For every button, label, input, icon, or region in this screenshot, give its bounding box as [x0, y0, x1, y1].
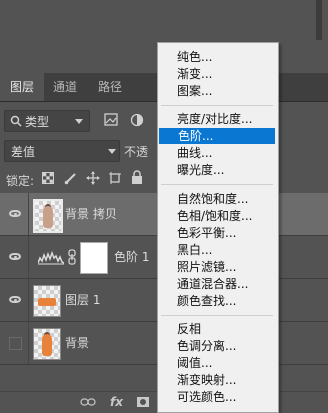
menu-item-vibrance[interactable]: 自然饱和度...	[158, 191, 276, 207]
layer-name: 背景 拷贝	[65, 207, 117, 221]
levels-histogram-icon	[38, 250, 64, 265]
filter-kind-dropdown[interactable]: 类型	[4, 110, 90, 132]
menu-item-black-white[interactable]: 黑白...	[158, 242, 276, 258]
layer-name: 图层 1	[65, 293, 101, 307]
link-chain-icon[interactable]	[67, 249, 77, 265]
lock-artboard-icon[interactable]	[108, 171, 122, 185]
visibility-toggle[interactable]	[0, 193, 29, 235]
menu-item-levels[interactable]: 色阶...	[159, 128, 275, 144]
menu-item-posterize[interactable]: 色调分离...	[158, 338, 276, 354]
blend-mode-value: 差值	[11, 145, 36, 159]
layer-mask-thumbnail[interactable]	[80, 242, 108, 274]
menu-separator	[161, 184, 273, 185]
menu-item-brightness-contrast[interactable]: 亮度/对比度...	[158, 111, 276, 127]
menu-item-invert[interactable]: 反相	[158, 321, 276, 337]
menu-item-color-balance[interactable]: 色彩平衡...	[158, 225, 276, 241]
adjustment-layer-menu: 纯色... 渐变... 图案... 亮度/对比度... 色阶... 曲线... …	[157, 42, 279, 413]
tab-paths[interactable]: 路径	[88, 73, 132, 101]
app-top-area	[0, 0, 328, 42]
menu-item-photo-filter[interactable]: 照片滤镜...	[158, 259, 276, 275]
eye-icon	[9, 253, 21, 260]
menu-item-color-lookup[interactable]: 颜色查找...	[158, 293, 276, 309]
lock-label: 锁定:	[6, 174, 35, 188]
layer-thumbnail	[33, 199, 63, 233]
search-icon	[10, 115, 22, 127]
menu-item-channel-mixer[interactable]: 通道混合器...	[158, 276, 276, 292]
chevron-down-icon	[75, 119, 83, 124]
fx-icon[interactable]: fx	[110, 395, 123, 409]
menu-item-selective-color[interactable]: 可选颜色...	[158, 389, 276, 405]
menu-item-curves[interactable]: 曲线...	[158, 145, 276, 161]
menu-separator	[161, 105, 273, 106]
hidden-visibility-box	[9, 337, 22, 350]
layer-name: 色阶 1	[114, 250, 150, 264]
visibility-toggle[interactable]	[0, 279, 29, 321]
chevron-down-icon	[108, 149, 116, 154]
visibility-toggle[interactable]	[0, 322, 29, 364]
blend-mode-dropdown[interactable]: 差值	[4, 140, 120, 162]
menu-item-solid-color[interactable]: 纯色...	[158, 49, 276, 65]
filter-kind-label: 类型	[25, 115, 50, 129]
lock-image-pixels-icon[interactable]	[64, 171, 78, 185]
tab-channels[interactable]: 通道	[43, 73, 87, 101]
lock-transparent-pixels-icon[interactable]	[42, 172, 54, 184]
menu-item-gradient-map[interactable]: 渐变映射...	[158, 372, 276, 388]
link-layers-icon[interactable]	[80, 397, 96, 407]
add-mask-icon[interactable]	[136, 396, 150, 408]
layer-thumbnail	[33, 285, 61, 317]
visibility-toggle[interactable]	[0, 236, 29, 278]
tab-layers[interactable]: 图层	[0, 73, 45, 101]
menu-item-gradient[interactable]: 渐变...	[158, 66, 276, 82]
scrollbar[interactable]	[316, 0, 322, 40]
menu-item-hue-saturation[interactable]: 色相/饱和度...	[158, 208, 276, 224]
eye-icon	[9, 210, 21, 217]
layer-thumbnail	[33, 328, 61, 360]
menu-separator	[161, 315, 273, 316]
lock-all-icon[interactable]	[131, 170, 143, 185]
image-filter-icon[interactable]	[104, 113, 118, 126]
layer-name: 背景	[65, 336, 90, 350]
adjustment-filter-icon[interactable]	[130, 113, 144, 127]
menu-item-pattern[interactable]: 图案...	[158, 83, 276, 99]
menu-item-exposure[interactable]: 曝光度...	[158, 162, 276, 178]
menu-item-threshold[interactable]: 阈值...	[158, 355, 276, 371]
opacity-label: 不透	[124, 145, 149, 159]
lock-position-icon[interactable]	[86, 171, 100, 185]
eye-icon	[9, 296, 21, 303]
